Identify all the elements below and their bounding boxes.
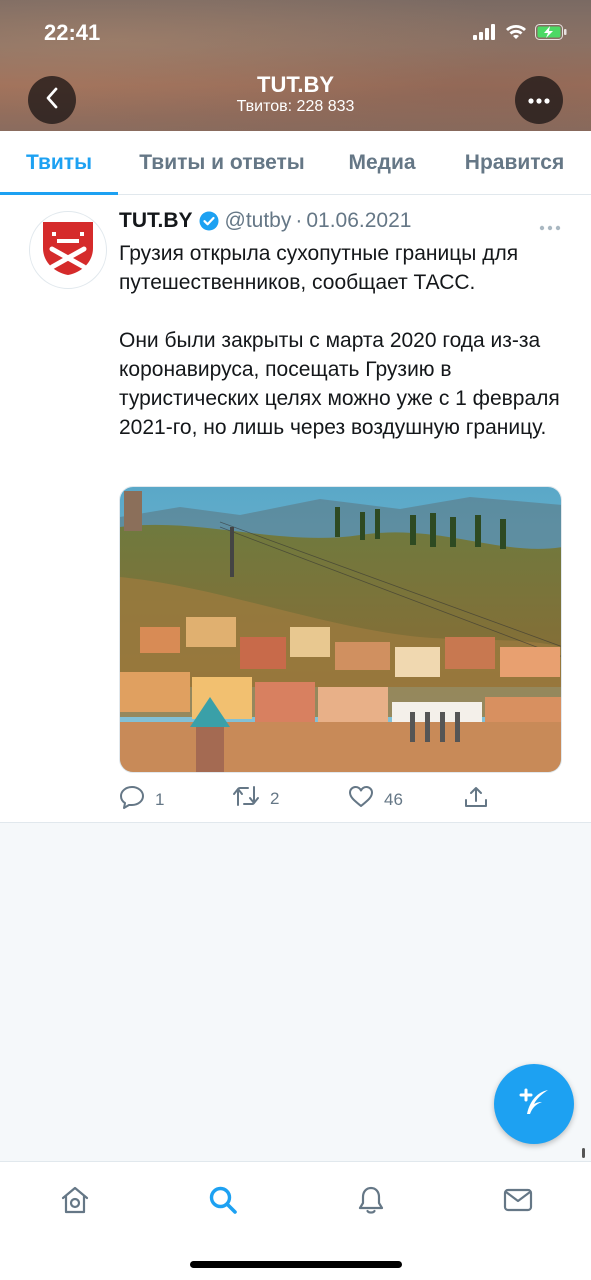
- separator-dot: ·: [295, 209, 303, 232]
- tweet-actions: 1 2 46: [119, 785, 562, 813]
- tweet-image[interactable]: [119, 486, 562, 773]
- author-handle[interactable]: @tutby: [225, 209, 292, 233]
- tweet-header: TUT.BY @tutby · 01.06.2021: [119, 209, 411, 233]
- reply-button[interactable]: 1: [119, 785, 164, 814]
- search-tab[interactable]: [203, 1182, 243, 1222]
- author-name[interactable]: TUT.BY: [119, 209, 193, 233]
- tweet-count: Твитов: 228 833: [236, 98, 355, 115]
- tweet[interactable]: TUT.BY @tutby · 01.06.2021 Грузия открыл…: [0, 195, 591, 823]
- profile-tabs: Твиты Твиты и ответы Медиа Нравится: [0, 131, 591, 195]
- search-icon: [207, 1184, 239, 1221]
- profile-name: TUT.BY: [257, 72, 334, 97]
- status-icons: [473, 24, 567, 45]
- tweet-paragraph: Они были закрыты с марта 2020 года из-за…: [119, 329, 560, 439]
- tab-tweets[interactable]: Твиты: [0, 131, 118, 195]
- like-button[interactable]: 46: [348, 785, 403, 814]
- heart-icon: [348, 785, 374, 814]
- more-options-button[interactable]: [515, 76, 563, 124]
- home-indicator: [190, 1261, 402, 1268]
- home-tab[interactable]: [55, 1182, 95, 1222]
- retweet-count: 2: [270, 788, 280, 808]
- tweet-more-button[interactable]: [539, 211, 561, 237]
- compose-quill-icon: [514, 1082, 554, 1127]
- tutby-logo-icon: [41, 220, 95, 281]
- tweet-date[interactable]: 01.06.2021: [306, 209, 411, 233]
- share-button[interactable]: [463, 785, 489, 814]
- notifications-tab[interactable]: [351, 1182, 391, 1222]
- retweet-button[interactable]: 2: [232, 785, 279, 812]
- messages-tab[interactable]: [498, 1182, 538, 1222]
- reply-count: 1: [155, 789, 165, 809]
- compose-tweet-button[interactable]: [494, 1064, 574, 1144]
- messages-icon: [502, 1184, 534, 1221]
- battery-charging-icon: [535, 24, 567, 45]
- wifi-icon: [505, 24, 527, 45]
- home-icon: [59, 1184, 91, 1221]
- share-icon: [463, 785, 489, 814]
- like-count: 46: [384, 789, 403, 809]
- more-horizontal-icon: [528, 91, 550, 109]
- avatar[interactable]: [29, 211, 107, 289]
- tab-likes[interactable]: Нравится: [438, 131, 591, 194]
- signal-icon: [473, 24, 497, 45]
- verified-badge-icon: [199, 211, 219, 231]
- profile-header: 22:41 TUT.BY Твитов: 228 833: [0, 0, 591, 131]
- tab-tweets-and-replies[interactable]: Твиты и ответы: [118, 131, 326, 194]
- notifications-icon: [355, 1184, 387, 1221]
- reply-icon: [119, 785, 145, 814]
- tweet-text: Грузия открыла сухопутные границы для пу…: [119, 239, 569, 442]
- status-time: 22:41: [44, 20, 101, 45]
- retweet-icon: [232, 785, 260, 812]
- scroll-indicator: [582, 1148, 585, 1158]
- more-horizontal-icon: [539, 211, 561, 236]
- tweet-paragraph: Грузия открыла сухопутные границы для пу…: [119, 242, 519, 294]
- tab-media[interactable]: Медиа: [326, 131, 438, 194]
